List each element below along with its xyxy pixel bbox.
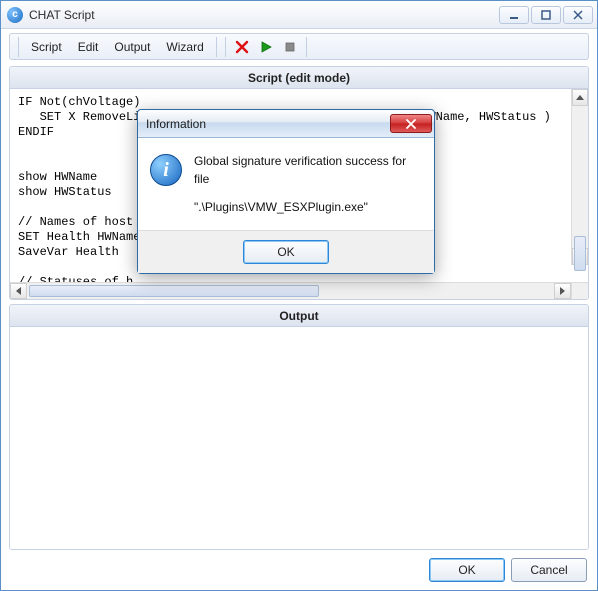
bottom-bar: OK Cancel xyxy=(1,550,597,590)
menu-script[interactable]: Script xyxy=(23,36,70,58)
titlebar: c CHAT Script xyxy=(1,1,597,29)
cancel-button[interactable]: Cancel xyxy=(511,558,587,582)
hscroll-thumb[interactable] xyxy=(29,285,319,297)
toolbar: Script Edit Output Wizard xyxy=(9,33,589,60)
window-title: CHAT Script xyxy=(29,8,95,22)
maximize-button[interactable] xyxy=(531,6,561,24)
info-icon: i xyxy=(150,154,182,186)
output-header: Output xyxy=(10,305,588,327)
output-panel: Output xyxy=(9,304,589,550)
dialog-line2: ".\Plugins\VMW_ESXPlugin.exe" xyxy=(194,198,420,216)
horizontal-scrollbar[interactable] xyxy=(10,282,588,299)
run-button[interactable] xyxy=(255,36,277,58)
dialog-line1: Global signature verification success fo… xyxy=(194,152,420,188)
dialog-titlebar: Information xyxy=(138,110,434,138)
close-button[interactable] xyxy=(563,6,593,24)
dialog-close-button[interactable] xyxy=(390,114,432,133)
script-header: Script (edit mode) xyxy=(10,67,588,89)
menu-wizard[interactable]: Wizard xyxy=(158,36,211,58)
dialog-title: Information xyxy=(146,117,390,131)
dialog-message: Global signature verification success fo… xyxy=(194,152,420,216)
scroll-right-icon[interactable] xyxy=(554,283,571,299)
ok-button[interactable]: OK xyxy=(429,558,505,582)
info-dialog: Information i Global signature verificat… xyxy=(137,109,435,274)
scroll-up-icon[interactable] xyxy=(572,89,588,106)
main-window: c CHAT Script Script Edit Output Wizard xyxy=(0,0,598,591)
menu-edit[interactable]: Edit xyxy=(70,36,107,58)
app-icon: c xyxy=(7,7,23,23)
stop-button[interactable] xyxy=(279,36,301,58)
stop-red-button[interactable] xyxy=(231,36,253,58)
scroll-left-icon[interactable] xyxy=(10,283,27,299)
vertical-scrollbar[interactable] xyxy=(571,89,588,265)
output-body[interactable] xyxy=(10,327,588,549)
minimize-button[interactable] xyxy=(499,6,529,24)
vscroll-thumb[interactable] xyxy=(574,236,586,271)
dialog-ok-button[interactable]: OK xyxy=(243,240,329,264)
menu-output[interactable]: Output xyxy=(106,36,158,58)
